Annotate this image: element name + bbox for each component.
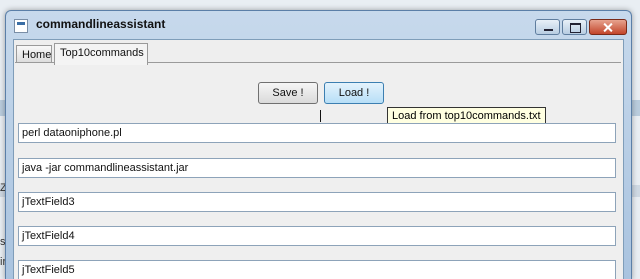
- title-bar[interactable]: commandlineassistant: [6, 11, 631, 39]
- command-field-5[interactable]: jTextField5: [18, 260, 616, 279]
- command-field-1[interactable]: perl dataoniphone.pl: [18, 123, 616, 143]
- tab-panel: Save ! Load ! Load from top10commands.tx…: [15, 62, 621, 279]
- window-controls: [535, 19, 627, 35]
- mouse-cursor: [320, 110, 321, 122]
- minimize-button[interactable]: [535, 19, 560, 35]
- tab-top10commands[interactable]: Top10commands: [54, 43, 148, 65]
- app-icon: [14, 19, 28, 33]
- load-button[interactable]: Load !: [324, 82, 384, 104]
- command-field-3[interactable]: jTextField3: [18, 192, 616, 212]
- client-area: Home Top10commands Save ! Load ! Load fr…: [13, 39, 624, 279]
- tab-home[interactable]: Home: [16, 45, 52, 63]
- save-button[interactable]: Save !: [258, 82, 318, 104]
- command-field-4[interactable]: jTextField4: [18, 226, 616, 246]
- close-button[interactable]: [589, 19, 627, 35]
- window-title: commandlineassistant: [36, 17, 166, 31]
- command-field-2[interactable]: java -jar commandlineassistant.jar: [18, 158, 616, 178]
- app-window: commandlineassistant Home Top10commands …: [5, 10, 632, 279]
- maximize-button[interactable]: [562, 19, 587, 35]
